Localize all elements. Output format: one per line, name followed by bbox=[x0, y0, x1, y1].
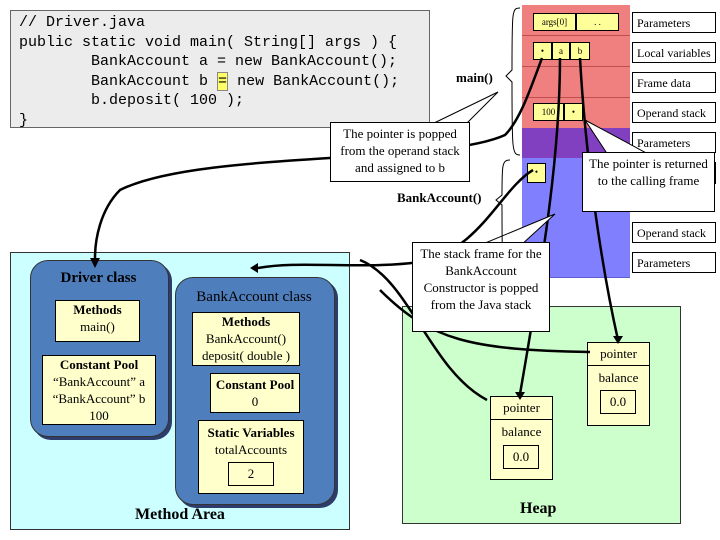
arrow-to-driver-class bbox=[93, 57, 544, 259]
callout-frame-popped: The stack frame for the BankAccount Cons… bbox=[412, 242, 550, 332]
callout-pointer-popped: The pointer is popped from the operand s… bbox=[330, 122, 470, 182]
callout-pointer-returned: The pointer is returned to the calling f… bbox=[582, 152, 715, 212]
connector-lines bbox=[90, 7, 652, 402]
